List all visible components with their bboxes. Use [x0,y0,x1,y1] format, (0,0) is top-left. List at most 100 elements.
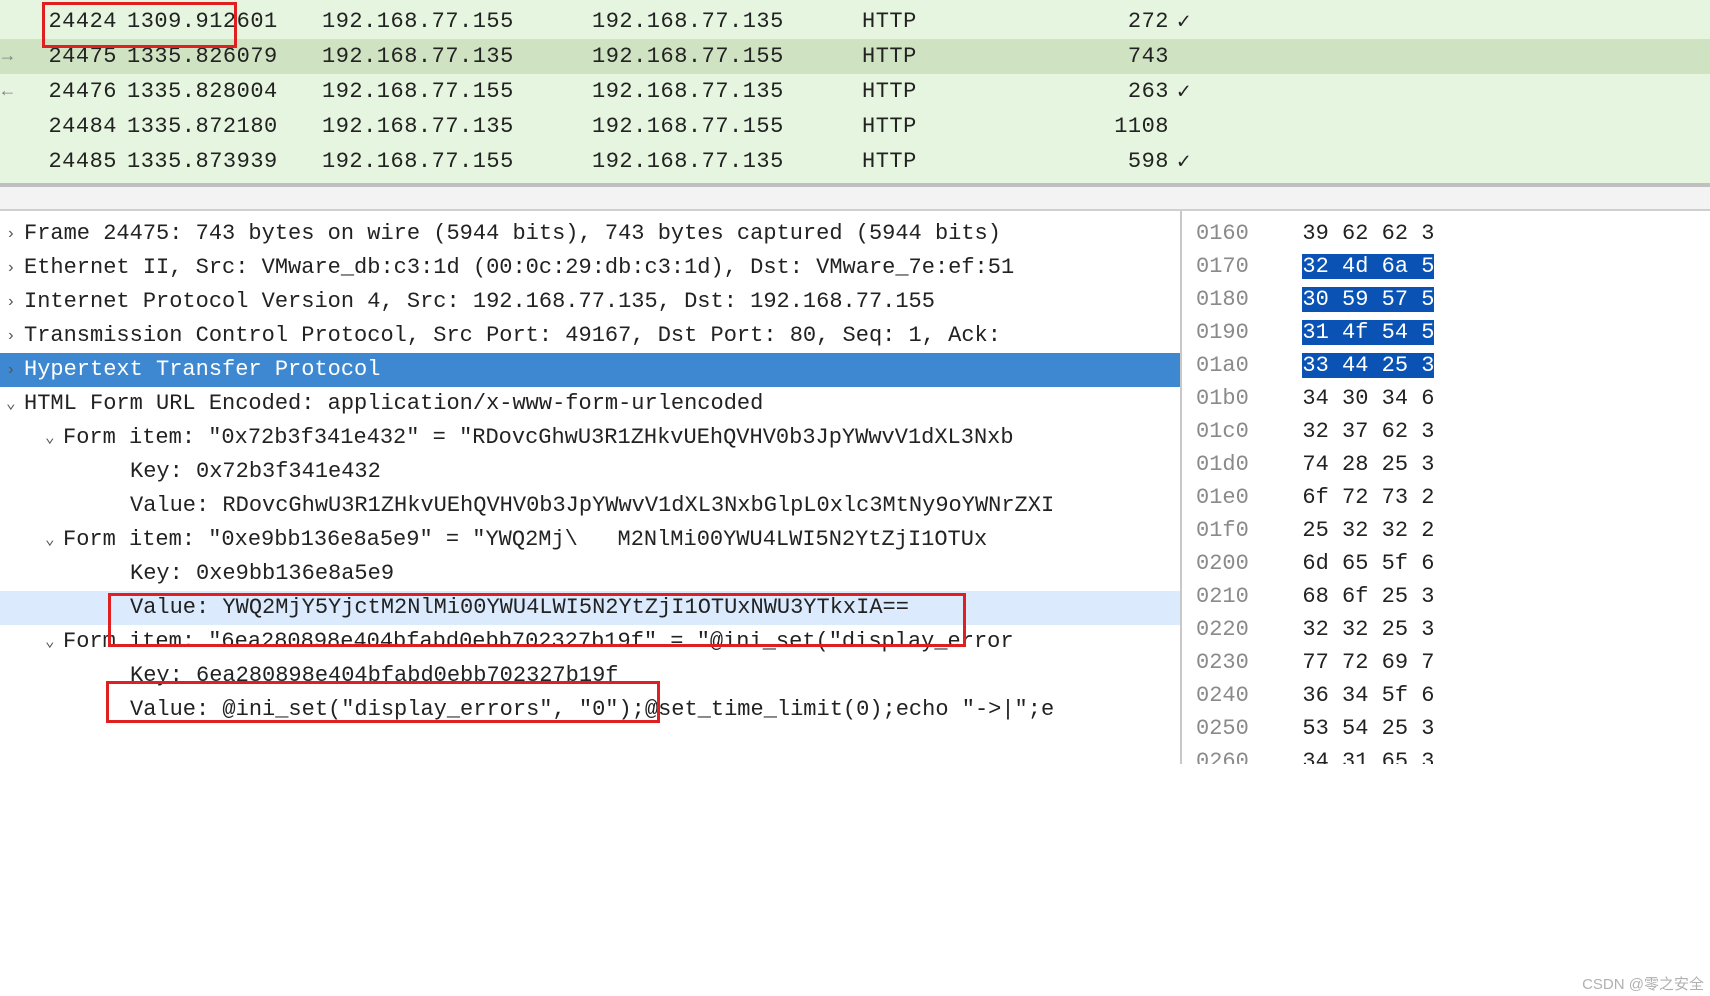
pane-splitter-h[interactable] [0,187,1710,209]
packet-col-time: 1335.872180 [127,114,322,139]
tree-key-3[interactable]: Key: 6ea280898e404bfabd0ebb702327b19f [0,659,1180,693]
tree-value-1[interactable]: Value: RDovcGhwU3R1ZHkvUEhQVHV0b3JpYWwvV… [0,489,1180,523]
tree-tcp[interactable]: ›Transmission Control Protocol, Src Port… [0,319,1180,353]
tree-label: Transmission Control Protocol, Src Port:… [24,323,1001,348]
expand-icon[interactable]: › [6,319,24,353]
hex-row[interactable]: 0160 39 62 62 3 [1196,217,1706,250]
packet-col-info: ✓ [1177,79,1710,105]
expand-icon[interactable]: › [6,353,24,387]
packet-col-src: 192.168.77.155 [322,9,592,34]
tree-form-item-2[interactable]: ⌄Form item: "0xe9bb136e8a5e9" = "YWQ2Mj\… [0,523,1180,557]
hex-row[interactable]: 01a0 33 44 25 3 [1196,349,1706,382]
hex-row[interactable]: 0230 77 72 69 7 [1196,646,1706,679]
hex-offset: 0190 [1196,316,1276,349]
packet-col-protocol: HTTP [862,114,1082,139]
packet-col-length: 1108 [1082,114,1177,139]
tree-value-2[interactable]: Value: YWQ2MjY5YjctM2NlMi00YWU4LWI5N2YtZ… [0,591,1180,625]
tree-label: Value: @ini_set("display_errors", "0");@… [130,697,1054,722]
tree-label: HTML Form URL Encoded: application/x-www… [24,391,763,416]
tree-http[interactable]: ›Hypertext Transfer Protocol [0,353,1180,387]
hex-bytes: 32 37 62 3 [1302,419,1434,444]
hex-row[interactable]: 0200 6d 65 5f 6 [1196,547,1706,580]
tree-form-item-3[interactable]: ⌄Form item: "6ea280898e404bfabd0ebb70232… [0,625,1180,659]
packet-col-src: 192.168.77.135 [322,44,592,69]
packet-col-src: 192.168.77.135 [322,114,592,139]
hex-row[interactable]: 01f0 25 32 32 2 [1196,514,1706,547]
tree-label: Form item: "0xe9bb136e8a5e9" = "YWQ2Mj\ … [63,527,987,552]
hex-offset: 01f0 [1196,514,1276,547]
packet-col-src: 192.168.77.155 [322,79,592,104]
packet-col-no: 24484 [22,114,127,139]
hex-offset: 0210 [1196,580,1276,613]
tree-label: Value: RDovcGhwU3R1ZHkvUEhQVHV0b3JpYWwvV… [130,493,1054,518]
hex-row[interactable]: 0190 31 4f 54 5 [1196,316,1706,349]
packet-col-length: 743 [1082,44,1177,69]
packet-col-info: ✓ [1177,149,1710,175]
hex-row[interactable]: 0240 36 34 5f 6 [1196,679,1706,712]
packet-col-time: 1335.828004 [127,79,322,104]
hex-offset: 0220 [1196,613,1276,646]
collapse-icon[interactable]: ⌄ [45,421,63,455]
hex-offset: 0240 [1196,679,1276,712]
expand-icon[interactable]: › [6,251,24,285]
packet-row[interactable]: 244851335.873939192.168.77.155192.168.77… [0,144,1710,179]
hex-bytes: 31 4f 54 5 [1302,320,1434,345]
packet-col-dst: 192.168.77.135 [592,9,862,34]
tree-label: Value: YWQ2MjY5YjctM2NlMi00YWU4LWI5N2YtZ… [130,595,909,620]
packet-col-length: 598 [1082,149,1177,174]
packet-col-time: 1335.826079 [127,44,322,69]
tree-frame[interactable]: ›Frame 24475: 743 bytes on wire (5944 bi… [0,217,1180,251]
tree-form-item-1[interactable]: ⌄Form item: "0x72b3f341e432" = "RDovcGhw… [0,421,1180,455]
hex-offset: 01e0 [1196,481,1276,514]
hex-bytes: 32 32 25 3 [1302,617,1434,642]
expand-icon[interactable]: › [6,217,24,251]
packet-col-src: 192.168.77.155 [322,149,592,174]
hex-bytes: 68 6f 25 3 [1302,584,1434,609]
tree-value-3[interactable]: Value: @ini_set("display_errors", "0");@… [0,693,1180,727]
hex-row[interactable]: 0170 32 4d 6a 5 [1196,250,1706,283]
hex-offset: 01d0 [1196,448,1276,481]
packet-col-no: 24485 [22,149,127,174]
hex-row[interactable]: 0180 30 59 57 5 [1196,283,1706,316]
hex-row[interactable]: 0250 53 54 25 3 [1196,712,1706,745]
hex-row[interactable]: 0210 68 6f 25 3 [1196,580,1706,613]
packet-col-protocol: HTTP [862,9,1082,34]
hex-offset: 01c0 [1196,415,1276,448]
hex-row[interactable]: 01c0 32 37 62 3 [1196,415,1706,448]
tree-label: Form item: "6ea280898e404bfabd0ebb702327… [63,629,1014,654]
packet-row[interactable]: ←244761335.828004192.168.77.155192.168.7… [0,74,1710,109]
tree-label: Form item: "0x72b3f341e432" = "RDovcGhwU… [63,425,1014,450]
packet-row[interactable]: →244751335.826079192.168.77.135192.168.7… [0,39,1710,74]
hex-row[interactable]: 01d0 74 28 25 3 [1196,448,1706,481]
hex-offset: 0180 [1196,283,1276,316]
tree-ip[interactable]: ›Internet Protocol Version 4, Src: 192.1… [0,285,1180,319]
tree-label: Ethernet II, Src: VMware_db:c3:1d (00:0c… [24,255,1014,280]
expand-icon[interactable]: › [6,285,24,319]
hex-bytes: 36 34 5f 6 [1302,683,1434,708]
packet-row[interactable]: 244241309.912601192.168.77.155192.168.77… [0,4,1710,39]
tree-form-encoded[interactable]: ⌄HTML Form URL Encoded: application/x-ww… [0,387,1180,421]
hex-bytes: 30 59 57 5 [1302,287,1434,312]
packet-arrow-icon: → [2,47,13,67]
collapse-icon[interactable]: ⌄ [45,625,63,659]
packet-col-protocol: HTTP [862,44,1082,69]
packet-row[interactable]: 244841335.872180192.168.77.135192.168.77… [0,109,1710,144]
hex-row[interactable]: 0220 32 32 25 3 [1196,613,1706,646]
hex-bytes: 25 32 32 2 [1302,518,1434,543]
packet-col-no: 24424 [22,9,127,34]
tree-key-1[interactable]: Key: 0x72b3f341e432 [0,455,1180,489]
tree-key-2[interactable]: Key: 0xe9bb136e8a5e9 [0,557,1180,591]
collapse-icon[interactable]: ⌄ [45,523,63,557]
packet-col-protocol: HTTP [862,79,1082,104]
hex-bytes: 34 30 34 6 [1302,386,1434,411]
packet-list-pane[interactable]: 244241309.912601192.168.77.155192.168.77… [0,0,1710,187]
hex-row[interactable]: 01b0 34 30 34 6 [1196,382,1706,415]
hex-row[interactable]: 01e0 6f 72 73 2 [1196,481,1706,514]
packet-bytes-pane[interactable]: 0160 39 62 62 30170 32 4d 6a 50180 30 59… [1182,211,1710,764]
tree-ethernet[interactable]: ›Ethernet II, Src: VMware_db:c3:1d (00:0… [0,251,1180,285]
packet-col-dst: 192.168.77.135 [592,149,862,174]
collapse-icon[interactable]: ⌄ [6,387,24,421]
packet-col-no: 24476 [22,79,127,104]
packet-details-pane[interactable]: ›Frame 24475: 743 bytes on wire (5944 bi… [0,211,1182,764]
hex-row[interactable]: 0260 34 31 65 3 [1196,745,1706,764]
